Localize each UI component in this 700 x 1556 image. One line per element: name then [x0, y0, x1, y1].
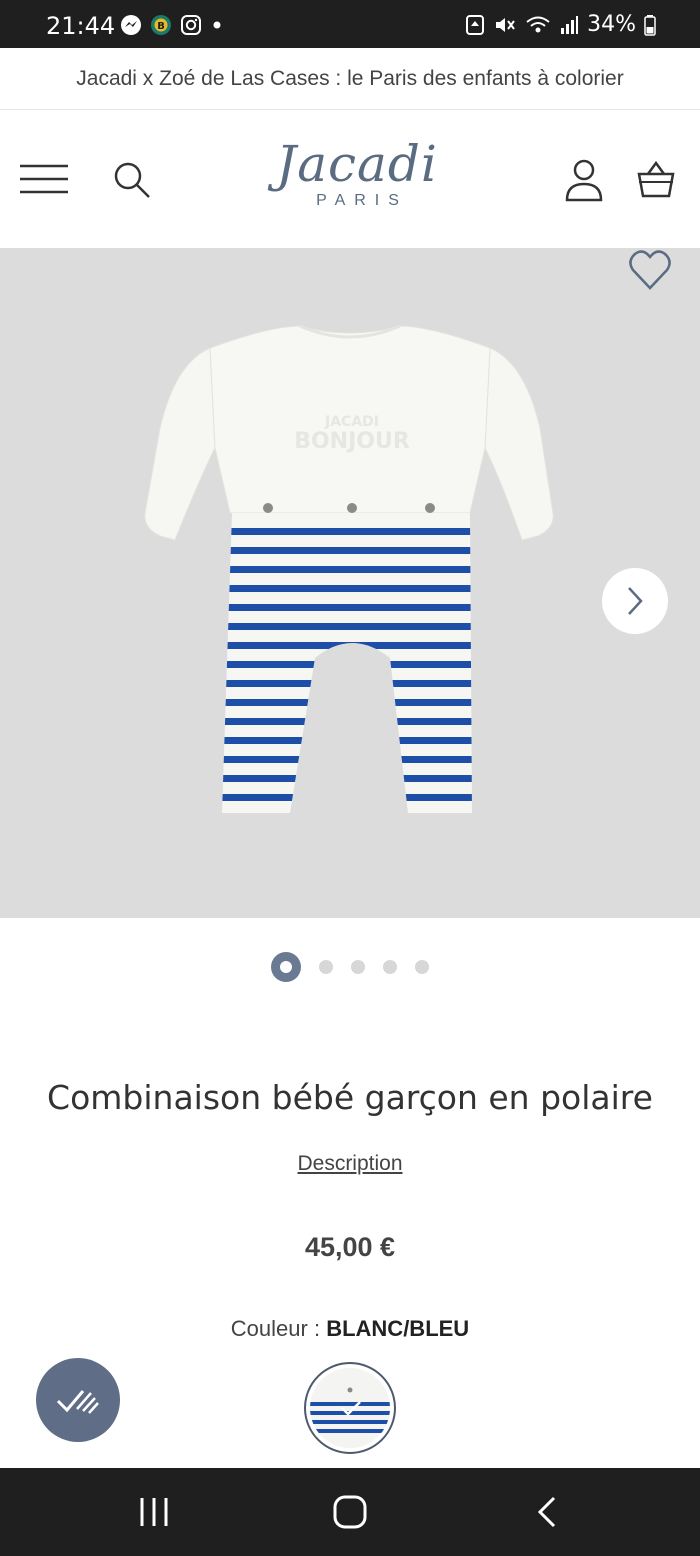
garment-stripe [222, 547, 472, 554]
swatch-thumbnail [310, 1368, 390, 1448]
site-header: Jacadi PARIS [0, 110, 700, 248]
product-gallery[interactable]: JACADI BONJOUR [0, 248, 700, 918]
pagination-dot-3[interactable] [351, 960, 365, 974]
recent-apps-button[interactable] [136, 1494, 172, 1530]
svg-text:B: B [157, 21, 165, 32]
instagram-icon [181, 15, 201, 35]
menu-button[interactable] [20, 164, 68, 194]
battery-icon [644, 14, 656, 36]
garment-stripe [222, 718, 472, 725]
pagination-dot-5[interactable] [415, 960, 429, 974]
status-right: 34% [465, 12, 656, 37]
messenger-icon [121, 15, 141, 35]
home-button[interactable] [330, 1492, 370, 1532]
color-label: Couleur : [230, 1316, 321, 1341]
logo-sub: PARIS [316, 192, 408, 209]
user-icon [565, 159, 603, 202]
heart-icon [629, 250, 671, 290]
status-bar: 21:44 B 34% [0, 0, 700, 48]
garment-stripe [222, 680, 472, 687]
basket-icon [637, 160, 675, 198]
status-time: 21:44 [46, 12, 116, 40]
mute-icon [496, 17, 515, 32]
pagination-dot-2[interactable] [319, 960, 333, 974]
search-button[interactable] [112, 160, 152, 200]
system-nav-bar [0, 1468, 700, 1556]
product-price: 45,00 € [304, 1232, 396, 1262]
promo-banner[interactable]: Jacadi x Zoé de Las Cases : le Paris des… [0, 48, 700, 110]
garment-stripe [222, 775, 472, 782]
status-left-icons: B [120, 14, 224, 36]
garment-stripe [222, 794, 472, 801]
logo-script: Jacadi [276, 135, 438, 193]
jacadi-logo[interactable]: Jacadi PARIS [262, 138, 452, 222]
favorite-button[interactable] [628, 248, 672, 292]
cart-button[interactable] [636, 160, 676, 200]
color-swatch-selected[interactable] [304, 1362, 396, 1454]
garment-stripe [222, 756, 472, 763]
product-title: Combinaison bébé garçon en polaire [47, 1078, 653, 1117]
next-image-button[interactable] [602, 568, 668, 634]
recycle-icon [466, 14, 485, 35]
wifi-icon [526, 16, 550, 32]
product-image: JACADI BONJOUR [144, 324, 554, 813]
color-row: Couleur : BLANC/BLEU [0, 1316, 700, 1342]
garment-stripe [222, 604, 472, 611]
account-button[interactable] [564, 158, 604, 202]
garment-stripe [222, 528, 472, 535]
pagination-dot-1[interactable] [271, 952, 301, 982]
swatch-stripes [310, 1368, 390, 1448]
floating-accessibility-button[interactable] [36, 1358, 120, 1442]
back-icon [537, 1496, 556, 1528]
garment-stripe [222, 585, 472, 592]
app-badge-icon: B [151, 15, 171, 35]
hamburger-icon [20, 164, 68, 194]
gallery-pagination [0, 950, 700, 984]
embroidery-line2: BONJOUR [294, 429, 410, 454]
search-icon [114, 162, 150, 198]
garment-stripe [222, 566, 472, 573]
chevron-right-icon [628, 587, 643, 615]
garment-stripe [222, 737, 472, 744]
dot-icon [213, 21, 221, 29]
promo-text[interactable]: Jacadi x Zoé de Las Cases : le Paris des… [76, 67, 623, 91]
home-icon [333, 1495, 367, 1529]
signal-icon [561, 15, 579, 34]
garment-stripe [222, 661, 472, 668]
garment-stripe [222, 642, 472, 649]
double-check-icon [56, 1390, 99, 1414]
recent-apps-icon [140, 1498, 168, 1526]
back-button[interactable] [530, 1494, 566, 1530]
embroidery-line1: JACADI [324, 414, 379, 430]
color-value: BLANC/BLEU [326, 1316, 470, 1341]
description-link[interactable]: Description [0, 1152, 700, 1176]
pagination-dot-4[interactable] [383, 960, 397, 974]
garment-stripe [222, 623, 472, 630]
battery-percent: 34% [587, 12, 636, 37]
garment-stripe [222, 699, 472, 706]
